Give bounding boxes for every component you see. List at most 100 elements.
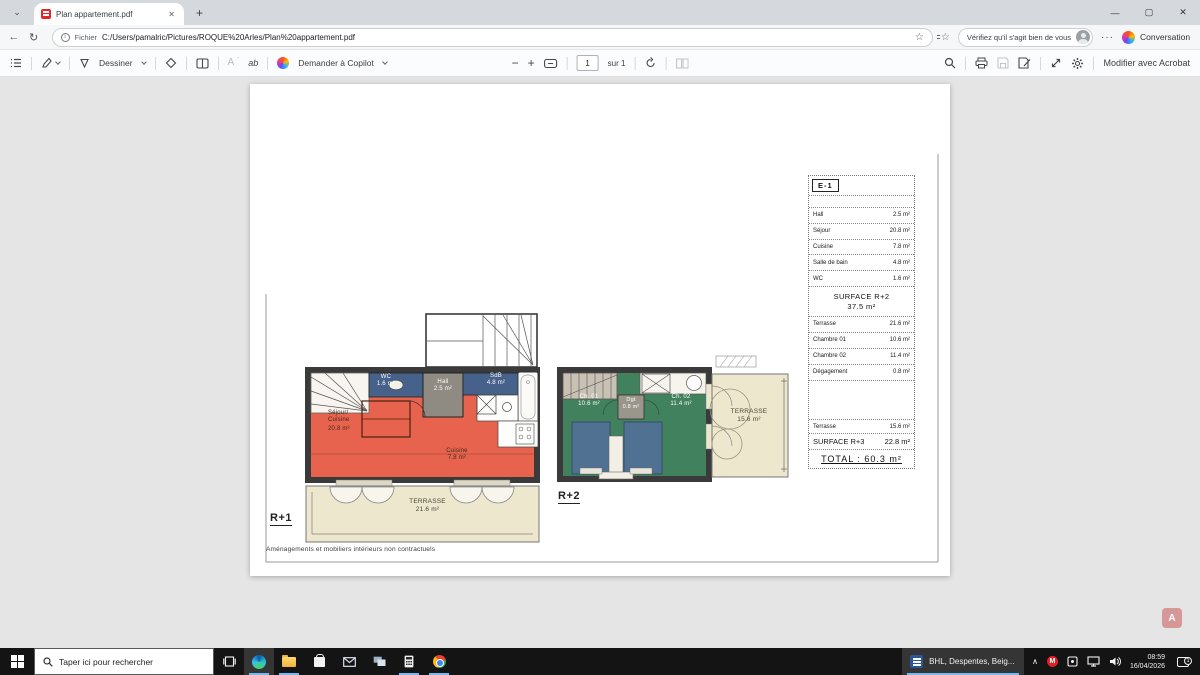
tab-title: Plan appartement.pdf xyxy=(56,10,161,19)
surface-r3-total: SURFACE R+322.8 m² xyxy=(809,434,914,450)
favorite-star-icon[interactable]: ☆ xyxy=(915,32,924,43)
taskbar-calculator-button[interactable] xyxy=(394,648,424,675)
profile-avatar xyxy=(1076,30,1090,44)
tray-app-icon[interactable] xyxy=(1067,656,1078,667)
back-icon[interactable]: ← xyxy=(4,31,24,43)
screens-icon xyxy=(373,656,386,667)
ask-copilot-button[interactable]: Demander à Copilot xyxy=(298,58,374,68)
plan-footnote: Aménagements et mobiliers intérieurs non… xyxy=(266,546,435,553)
surface-legend-table: E-1 Hall2.5 m² Séjour20.8 m² Cuisine7.8 … xyxy=(808,175,915,469)
close-button[interactable]: ✕ xyxy=(1166,0,1200,25)
copilot-pdf-icon[interactable] xyxy=(277,57,289,69)
save-as-annotate-icon[interactable] xyxy=(1018,57,1031,69)
print-icon[interactable] xyxy=(975,57,988,69)
network-icon[interactable] xyxy=(1087,656,1100,667)
acrobat-float-icon[interactable]: A xyxy=(1162,608,1182,628)
taskbar-store-button[interactable] xyxy=(304,648,334,675)
rotate-icon[interactable] xyxy=(644,57,656,69)
taskbar-search-input[interactable] xyxy=(59,657,199,667)
surface-grand-total: TOTAL : 60.3 m² xyxy=(809,450,914,468)
browser-menu-icon[interactable]: ··· xyxy=(1101,32,1114,43)
document-app-icon xyxy=(910,655,923,668)
calculator-icon xyxy=(404,655,414,668)
tab-close-icon[interactable]: ✕ xyxy=(166,8,177,21)
chrome-icon xyxy=(433,655,446,668)
terrasse2-label: TERRASSE 15.6 m² xyxy=(718,408,780,424)
legend-row: Terrasse21.6 m² xyxy=(809,317,914,333)
task-view-button[interactable] xyxy=(214,648,244,675)
zoom-in-icon[interactable]: + xyxy=(528,57,535,69)
chambre1-label: Ch. 01 10.6 m² xyxy=(568,394,610,408)
taskbar-chrome-button[interactable] xyxy=(424,648,454,675)
save-icon[interactable] xyxy=(997,57,1009,69)
draw-pen-icon[interactable] xyxy=(79,58,90,69)
legend-row: Séjour20.8 m² xyxy=(809,224,914,240)
taskbar-connect-button[interactable] xyxy=(364,648,394,675)
legend-row: Cuisine7.8 m² xyxy=(809,240,914,256)
active-tab[interactable]: Plan appartement.pdf ✕ xyxy=(34,3,184,25)
start-button[interactable] xyxy=(0,648,34,675)
settings-gear-icon[interactable] xyxy=(1071,57,1084,70)
taskbar-clock[interactable]: 08:59 16/04/2026 xyxy=(1130,653,1165,671)
taskbar-mail-button[interactable] xyxy=(334,648,364,675)
wc-label: WC 1.6 m² xyxy=(371,374,401,388)
refresh-icon[interactable]: ↻ xyxy=(24,31,44,44)
cuisine-label: Cuisine 7.8 m² xyxy=(434,448,480,462)
mail-icon xyxy=(343,657,356,667)
volume-icon[interactable] xyxy=(1109,656,1121,667)
legend-row: Dégagement0.8 m² xyxy=(809,365,914,381)
terrasse1-label: TERRASSE 21.6 m² xyxy=(385,498,470,514)
address-bar: ← ↻ i Fichier C:/Users/pamalric/Pictures… xyxy=(0,25,1200,50)
search-document-icon[interactable] xyxy=(944,57,956,69)
stairwell-annex xyxy=(426,314,537,367)
legend-row: Chambre 0211.4 m² xyxy=(809,349,914,365)
sejour-label: Séjour/ Cuisine 20.8 m² xyxy=(328,410,372,434)
copilot-conversation-button[interactable]: Conversation xyxy=(1140,32,1190,42)
taskbar-open-document-button[interactable]: BHL, Despentes, Beig... xyxy=(902,648,1024,675)
ask-copilot-chevron-icon[interactable] xyxy=(382,59,388,65)
eraser-icon[interactable] xyxy=(165,57,177,69)
two-page-view-icon[interactable] xyxy=(196,58,209,69)
text-size-icon[interactable]: Aˆ xyxy=(228,58,240,68)
tab-bar: ⌄ Plan appartement.pdf ✕ + — ▢ ✕ xyxy=(0,0,1200,25)
taskbar: BHL, Despentes, Beig... ∧ M 08:59 16/04/… xyxy=(0,648,1200,675)
floor1-name: R+1 xyxy=(270,512,292,526)
surface-r2-total: SURFACE R+2 37.5 m² xyxy=(809,287,914,317)
taskbar-search-box[interactable] xyxy=(34,648,214,675)
page-info-icon[interactable]: i xyxy=(61,33,70,42)
legend-row: Terrasse15.6 m² xyxy=(809,420,914,434)
profile-verification-button[interactable]: Vérifiez qu'il s'agit bien de vous xyxy=(958,28,1093,47)
sdb-label: SdB 4.8 m² xyxy=(478,373,514,387)
fit-to-width-icon[interactable] xyxy=(544,58,558,69)
taskbar-edge-button[interactable] xyxy=(244,648,274,675)
tray-overflow-chevron-icon[interactable]: ∧ xyxy=(1032,657,1038,666)
taskbar-explorer-button[interactable] xyxy=(274,648,304,675)
antivirus-icon[interactable]: M xyxy=(1047,656,1058,667)
pdf-toolbar: Dessiner Aˆ ab Demander à Copilot − + xyxy=(0,50,1200,77)
pdf-viewer[interactable]: Séjour/ Cuisine 20.8 m² Cuisine 7.8 m² W… xyxy=(0,77,1200,648)
page-layout-icon[interactable] xyxy=(675,58,688,69)
favorites-list-icon[interactable]: ☆ xyxy=(941,32,950,43)
highlighter-icon[interactable] xyxy=(41,57,60,69)
floor2-drawing xyxy=(560,370,712,479)
highlighter-chevron-icon[interactable] xyxy=(55,59,61,65)
hall-label: Hall 2.5 m² xyxy=(425,379,461,393)
table-of-contents-icon[interactable] xyxy=(10,57,22,69)
draw-button[interactable]: Dessiner xyxy=(99,58,133,68)
tab-search-chevron-icon[interactable]: ⌄ xyxy=(8,4,26,22)
action-center-button[interactable]: 1 xyxy=(1174,657,1192,667)
zoom-out-icon[interactable]: − xyxy=(512,57,519,69)
read-aloud-icon[interactable]: ab xyxy=(248,59,258,68)
draw-chevron-icon[interactable] xyxy=(141,59,147,65)
copilot-icon[interactable] xyxy=(1122,31,1135,44)
maximize-button[interactable]: ▢ xyxy=(1132,0,1166,25)
legend-row: Hall2.5 m² xyxy=(809,208,914,224)
edit-with-acrobat-button[interactable]: Modifier avec Acrobat xyxy=(1103,58,1190,68)
new-tab-button[interactable]: + xyxy=(196,7,203,19)
minimize-button[interactable]: — xyxy=(1098,0,1132,25)
legend-row: Salle de bain4.8 m² xyxy=(809,255,914,271)
url-field[interactable]: i Fichier C:/Users/pamalric/Pictures/ROQ… xyxy=(52,28,933,47)
page-number-input[interactable] xyxy=(577,55,599,71)
chambre2-label: Ch. 02 11.4 m² xyxy=(660,394,702,408)
fullscreen-expand-icon[interactable] xyxy=(1050,57,1062,69)
